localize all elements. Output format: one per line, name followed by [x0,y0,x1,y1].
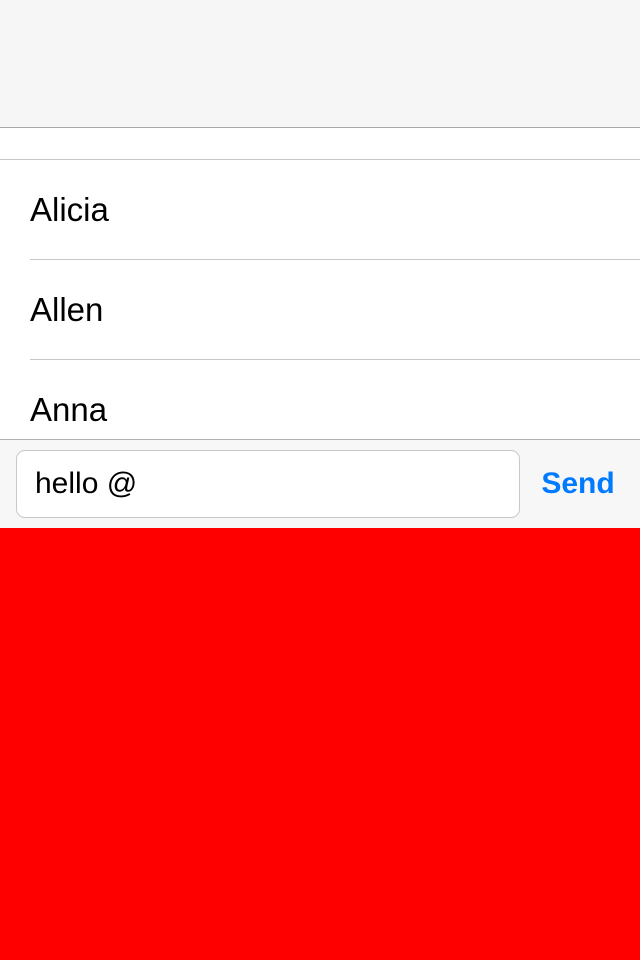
chat-screen: Alicia Allen Anna Send [0,0,640,960]
mention-item-allen[interactable]: Allen [0,260,640,360]
list-section-gap [0,128,640,160]
mention-item-label: Alicia [30,191,109,228]
mention-item-label: Allen [30,291,104,328]
mention-item-anna[interactable]: Anna [0,360,640,439]
keyboard-placeholder-area [0,528,640,960]
send-button[interactable]: Send [528,450,628,518]
navigation-bar [0,0,640,128]
message-input[interactable] [16,450,520,518]
mention-item-alicia[interactable]: Alicia [0,160,640,260]
message-input-bar: Send [0,439,640,528]
mention-suggestion-list[interactable]: Alicia Allen Anna [0,128,640,439]
mention-item-label: Anna [30,391,108,428]
